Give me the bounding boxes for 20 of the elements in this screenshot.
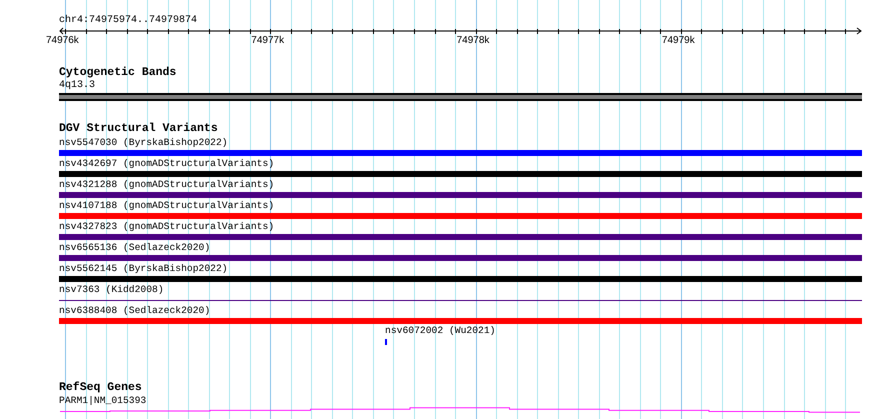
variant-label: nsv5562145 (ByrskaBishop2022) <box>59 262 228 275</box>
tick-label: 74977k <box>251 35 284 47</box>
variant-label: nsv4321288 (gnomADStructuralVariants) <box>59 178 274 191</box>
variant-label: nsv5547030 (ByrskaBishop2022) <box>59 136 228 149</box>
variant-label: nsv6388408 (Sedlazeck2020) <box>59 304 210 317</box>
variant-label: nsv4327823 (gnomADStructuralVariants) <box>59 220 274 233</box>
variant-label: nsv7363 (Kidd2008) <box>59 283 164 296</box>
track-title: DGV Structural Variants <box>59 122 218 136</box>
variant-label: nsv4107188 (gnomADStructuralVariants) <box>59 199 274 212</box>
track-title: RefSeq Genes <box>59 381 142 395</box>
variant-label: nsv4342697 (gnomADStructuralVariants) <box>59 157 274 170</box>
band-label: 4q13.3 <box>59 80 96 92</box>
tick-label: 74979k <box>662 35 695 47</box>
variant-label: nsv6072002 (Wu2021) <box>385 325 496 337</box>
tick-label: 74978k <box>456 35 490 47</box>
location-label: chr4:74975974..74979874 <box>59 15 198 27</box>
tick-label: 74976k <box>46 35 79 47</box>
track-title: Cytogenetic Bands <box>59 66 176 80</box>
gene-label: PARM1|NM_015393 <box>59 395 146 407</box>
variant-label: nsv6565136 (Sedlazeck2020) <box>59 241 210 254</box>
